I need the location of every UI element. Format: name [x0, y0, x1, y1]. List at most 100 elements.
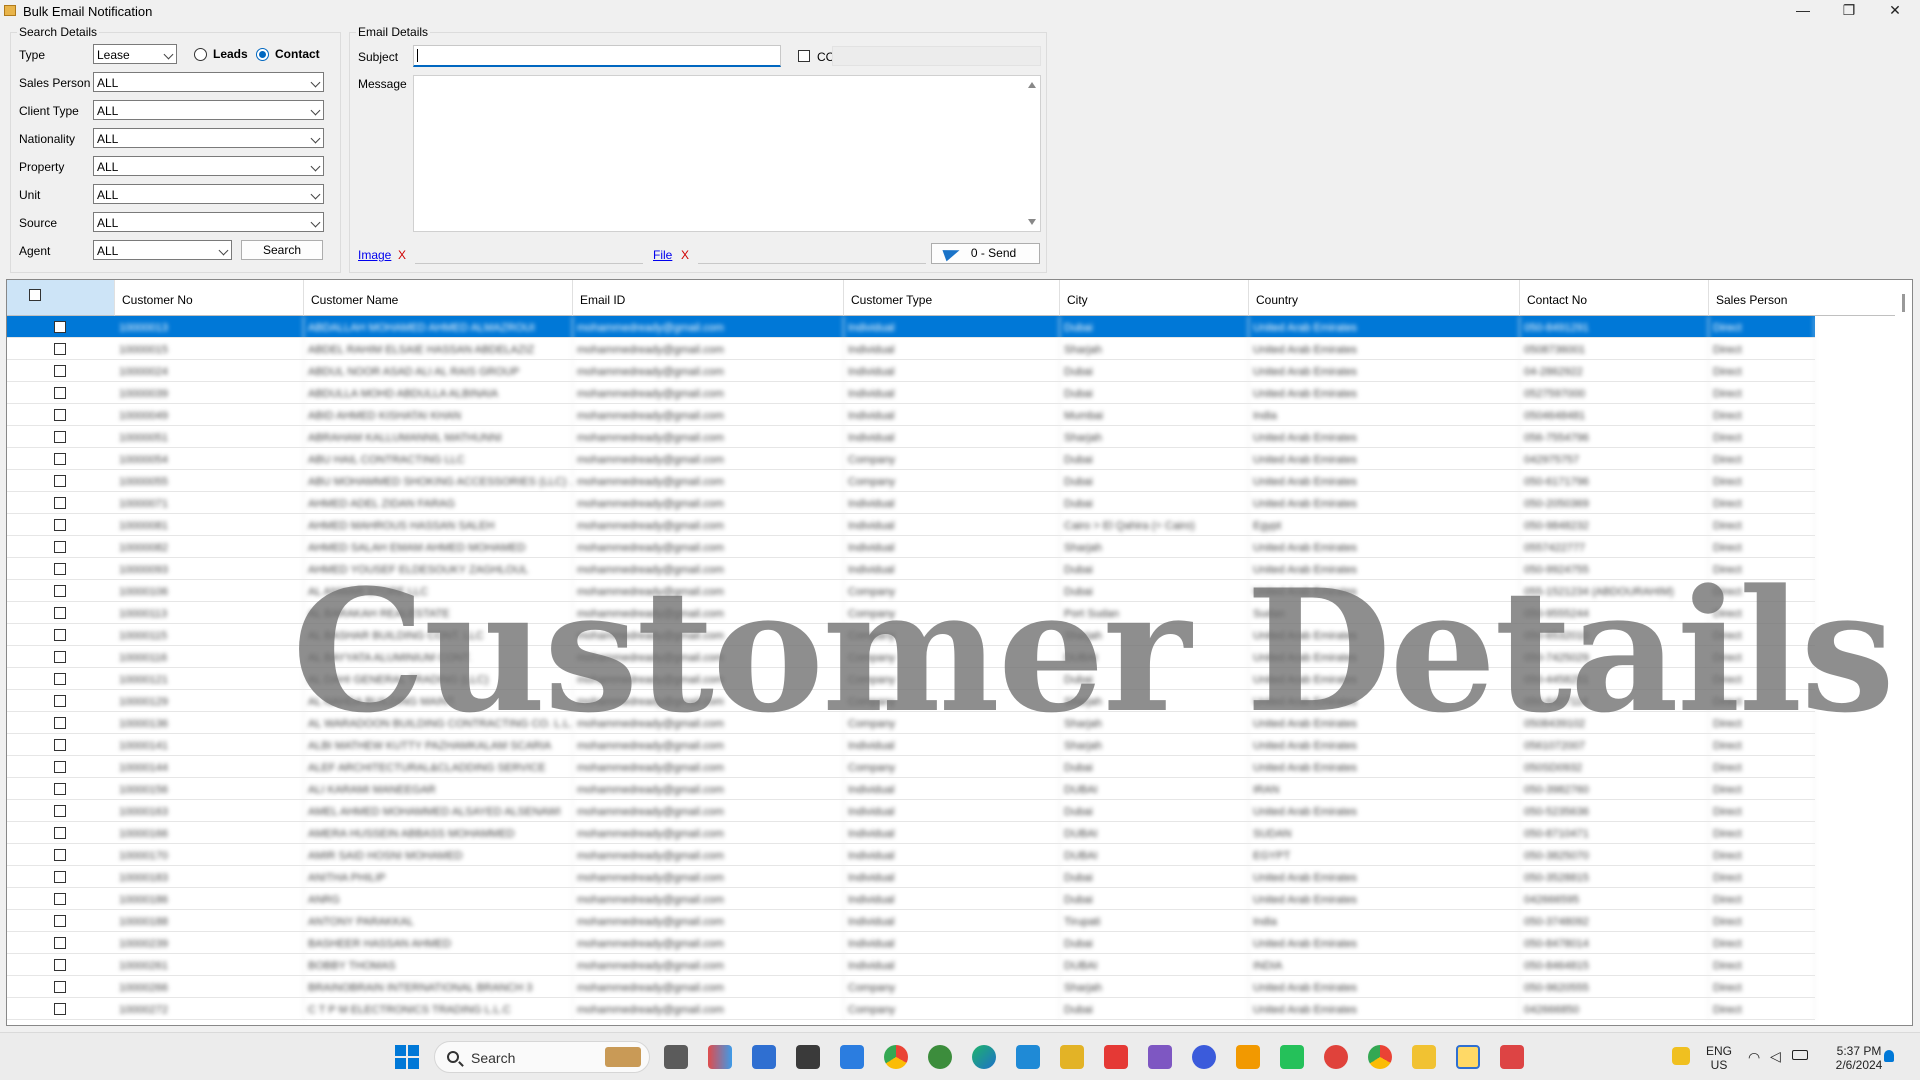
- table-row[interactable]: 10000081 AHMED MAHROUS HASSAN SALEH mohamm…: [7, 514, 1815, 536]
- row-checkbox[interactable]: [54, 321, 66, 333]
- table-row[interactable]: 10000166 AMERA HUSSEIN ABBASS MOHAMMED moh…: [7, 822, 1815, 844]
- contact-radio-label[interactable]: Contact: [275, 47, 320, 61]
- row-checkbox[interactable]: [54, 541, 66, 553]
- row-checkbox[interactable]: [54, 431, 66, 443]
- edge-icon[interactable]: [972, 1045, 996, 1069]
- row-checkbox[interactable]: [54, 607, 66, 619]
- row-checkbox[interactable]: [54, 629, 66, 641]
- column-header-customer-no[interactable]: Customer No: [115, 280, 304, 316]
- volume-icon[interactable]: ◁: [1770, 1048, 1781, 1065]
- notepad-icon[interactable]: [840, 1045, 864, 1069]
- table-row[interactable]: 10000051 ABRAHAM KALLUMANNIL MATHUNNI moha…: [7, 426, 1815, 448]
- row-checkbox[interactable]: [54, 409, 66, 421]
- row-checkbox[interactable]: [54, 739, 66, 751]
- row-checkbox[interactable]: [54, 1003, 66, 1015]
- anydesk-icon[interactable]: [1104, 1045, 1128, 1069]
- row-checkbox[interactable]: [54, 981, 66, 993]
- row-checkbox[interactable]: [54, 827, 66, 839]
- nationality-select[interactable]: ALL: [93, 128, 324, 148]
- row-checkbox[interactable]: [54, 871, 66, 883]
- minimize-button[interactable]: —: [1780, 0, 1826, 22]
- message-textarea[interactable]: [413, 75, 1041, 232]
- row-checkbox[interactable]: [54, 387, 66, 399]
- contact-radio[interactable]: [256, 48, 269, 61]
- visual-studio-icon[interactable]: [1148, 1045, 1172, 1069]
- image-link[interactable]: Image: [358, 248, 391, 262]
- row-checkbox[interactable]: [54, 695, 66, 707]
- column-header-customer-name[interactable]: Customer Name: [304, 280, 573, 316]
- column-header-sales-person[interactable]: Sales Person: [1709, 280, 1896, 316]
- row-checkbox[interactable]: [54, 761, 66, 773]
- sql-icon[interactable]: [1060, 1045, 1084, 1069]
- select-all-checkbox[interactable]: [29, 289, 41, 301]
- row-checkbox[interactable]: [54, 651, 66, 663]
- table-row[interactable]: 10000170 AMIR SAID HOSNI MOHAMED mohammedr…: [7, 844, 1815, 866]
- row-checkbox[interactable]: [54, 343, 66, 355]
- send-button[interactable]: 0 - Send: [931, 243, 1040, 264]
- sublime-icon[interactable]: [1236, 1045, 1260, 1069]
- leads-radio[interactable]: [194, 48, 207, 61]
- agent-select[interactable]: ALL: [93, 240, 232, 260]
- row-checkbox[interactable]: [54, 453, 66, 465]
- files-icon[interactable]: [752, 1045, 776, 1069]
- column-header-city[interactable]: City: [1060, 280, 1249, 316]
- table-row[interactable]: 10000071 AHMED ADEL ZIDAN FARAG mohammedre…: [7, 492, 1815, 514]
- tray-app-icon[interactable]: [1672, 1047, 1690, 1065]
- subject-input[interactable]: [413, 45, 781, 67]
- taskbar-search-box[interactable]: Search: [434, 1041, 650, 1073]
- chrome-icon-2[interactable]: [1368, 1045, 1392, 1069]
- grid-scrollbar[interactable]: [1895, 280, 1912, 1025]
- table-row[interactable]: 10000156 ALI KARAMI MANEEGAR mohammedready…: [7, 778, 1815, 800]
- copilot-icon[interactable]: [708, 1045, 732, 1069]
- edge-dev-icon[interactable]: [928, 1045, 952, 1069]
- column-header-contact-no[interactable]: Contact No: [1520, 280, 1709, 316]
- row-checkbox[interactable]: [54, 783, 66, 795]
- row-checkbox[interactable]: [54, 805, 66, 817]
- language-indicator[interactable]: ENG US: [1702, 1044, 1736, 1072]
- table-row[interactable]: 10000055 ABU MOHAMMED SHOKING ACCESSORIES…: [7, 470, 1815, 492]
- column-header-email-id[interactable]: Email ID: [573, 280, 844, 316]
- remove-file-icon[interactable]: X: [681, 248, 689, 262]
- row-checkbox[interactable]: [54, 475, 66, 487]
- column-header-customer-type[interactable]: Customer Type: [844, 280, 1060, 316]
- table-row[interactable]: 10000024 ABDUL NOOR ASAD ALI AL RAIS GROU…: [7, 360, 1815, 382]
- row-checkbox[interactable]: [54, 937, 66, 949]
- search-button[interactable]: Search: [241, 240, 323, 260]
- firefox-icon[interactable]: [1192, 1045, 1216, 1069]
- cc-input[interactable]: [832, 46, 1041, 66]
- row-checkbox[interactable]: [54, 717, 66, 729]
- whatsapp-icon[interactable]: [1280, 1045, 1304, 1069]
- row-checkbox[interactable]: [54, 849, 66, 861]
- table-row[interactable]: 10000039 ABDULLA MOHD ABDULLA ALBINAIA moh…: [7, 382, 1815, 404]
- table-row[interactable]: 10000266 BRAINOBRAIN INTERNATIONAL BRANCH…: [7, 976, 1815, 998]
- sales-person-select[interactable]: ALL: [93, 72, 324, 92]
- wifi-icon[interactable]: ◠: [1748, 1049, 1760, 1066]
- leads-radio-label[interactable]: Leads: [213, 47, 248, 61]
- row-checkbox[interactable]: [54, 519, 66, 531]
- table-row[interactable]: 10000183 ANITHA PHILIP mohammedready@gmail…: [7, 866, 1815, 888]
- start-icon[interactable]: [395, 1045, 419, 1069]
- source-select[interactable]: ALL: [93, 212, 324, 232]
- file-link[interactable]: File: [653, 248, 672, 262]
- table-row[interactable]: 10000049 ABID AHMED KISHATAI KHAN mohammed…: [7, 404, 1815, 426]
- table-row[interactable]: 10000261 BOBBY THOMAS mohammedready@gmail.…: [7, 954, 1815, 976]
- row-checkbox[interactable]: [54, 893, 66, 905]
- table-row[interactable]: 10000015 ABDEL RAHIM ELSAIE HASSAN ABDELA…: [7, 338, 1815, 360]
- table-row[interactable]: 10000054 ABU HAIL CONTRACTING LLC mohammed…: [7, 448, 1815, 470]
- property-select[interactable]: ALL: [93, 156, 324, 176]
- row-checkbox[interactable]: [54, 673, 66, 685]
- scrollbar-thumb[interactable]: [1902, 294, 1905, 312]
- table-row[interactable]: 10000239 BASHEER HASSAN AHMED mohammedread…: [7, 932, 1815, 954]
- row-checkbox[interactable]: [54, 365, 66, 377]
- table-row[interactable]: 10000163 AMEL AHMED MOHAMMED ALSAYED ALSE…: [7, 800, 1815, 822]
- notification-bell-icon[interactable]: [1884, 1050, 1894, 1062]
- table-row[interactable]: 10000188 ANTONY PARAKKAL mohammedready@gma…: [7, 910, 1815, 932]
- row-checkbox[interactable]: [54, 497, 66, 509]
- vscode-icon[interactable]: [1016, 1045, 1040, 1069]
- file-explorer-icon[interactable]: [1412, 1045, 1436, 1069]
- table-row[interactable]: 10000272 C T P M ELECTRONICS TRADING L.L.…: [7, 998, 1815, 1020]
- row-checkbox[interactable]: [54, 915, 66, 927]
- battery-icon[interactable]: [1792, 1050, 1808, 1060]
- column-header-country[interactable]: Country: [1249, 280, 1520, 316]
- restore-button[interactable]: ❐: [1826, 0, 1872, 22]
